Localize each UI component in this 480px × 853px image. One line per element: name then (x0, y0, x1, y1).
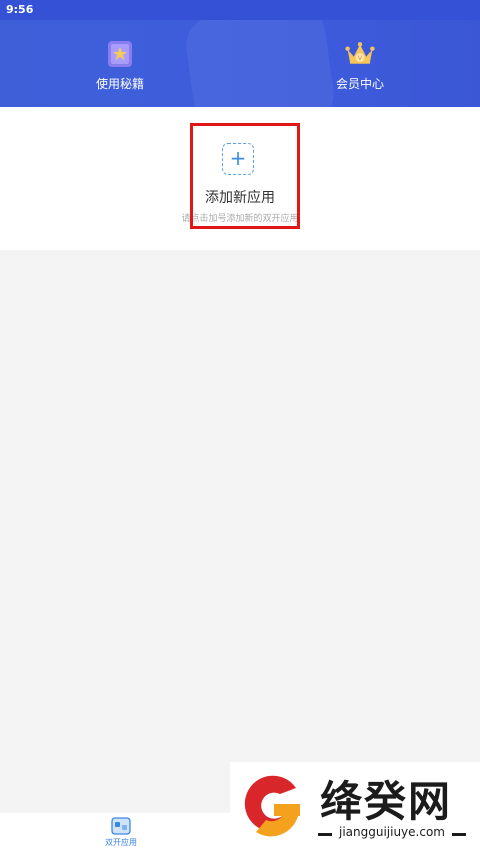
watermark-logo-icon (244, 775, 300, 837)
plus-icon[interactable]: + (222, 143, 254, 175)
nav-item-label: 双开应用 (105, 838, 137, 847)
top-header: 9:56 使用秘籍 V 会员中心 (0, 0, 480, 107)
nav-item-dual-apps[interactable]: 双开应用 (96, 817, 146, 851)
crown-icon: V (345, 42, 375, 64)
add-new-app-button[interactable]: + 添加新应用 请点击加号添加新的双开应用 (0, 107, 480, 250)
vip-center-label: 会员中心 (335, 77, 384, 91)
site-watermark: 绛癸网 jiangguijiuye.com (230, 762, 480, 853)
secret-guide-button[interactable]: 使用秘籍 (60, 40, 180, 96)
add-app-title: 添加新应用 (205, 190, 275, 206)
status-bar: 9:56 (0, 0, 480, 20)
watermark-divider-right (452, 833, 466, 836)
add-app-hint: 请点击加号添加新的双开应用 (181, 214, 299, 224)
vip-center-button[interactable]: V 会员中心 (300, 40, 420, 96)
watermark-url: jiangguijiuye.com (338, 825, 445, 839)
status-time: 9:56 (6, 3, 34, 16)
app-list-card: + 添加新应用 请点击加号添加新的双开应用 (0, 107, 480, 250)
dual-app-icon (111, 817, 131, 835)
watermark-name: 绛癸网 (320, 777, 453, 826)
watermark-divider-left (318, 833, 332, 836)
book-star-icon (108, 41, 132, 67)
secret-guide-label: 使用秘籍 (95, 77, 144, 91)
